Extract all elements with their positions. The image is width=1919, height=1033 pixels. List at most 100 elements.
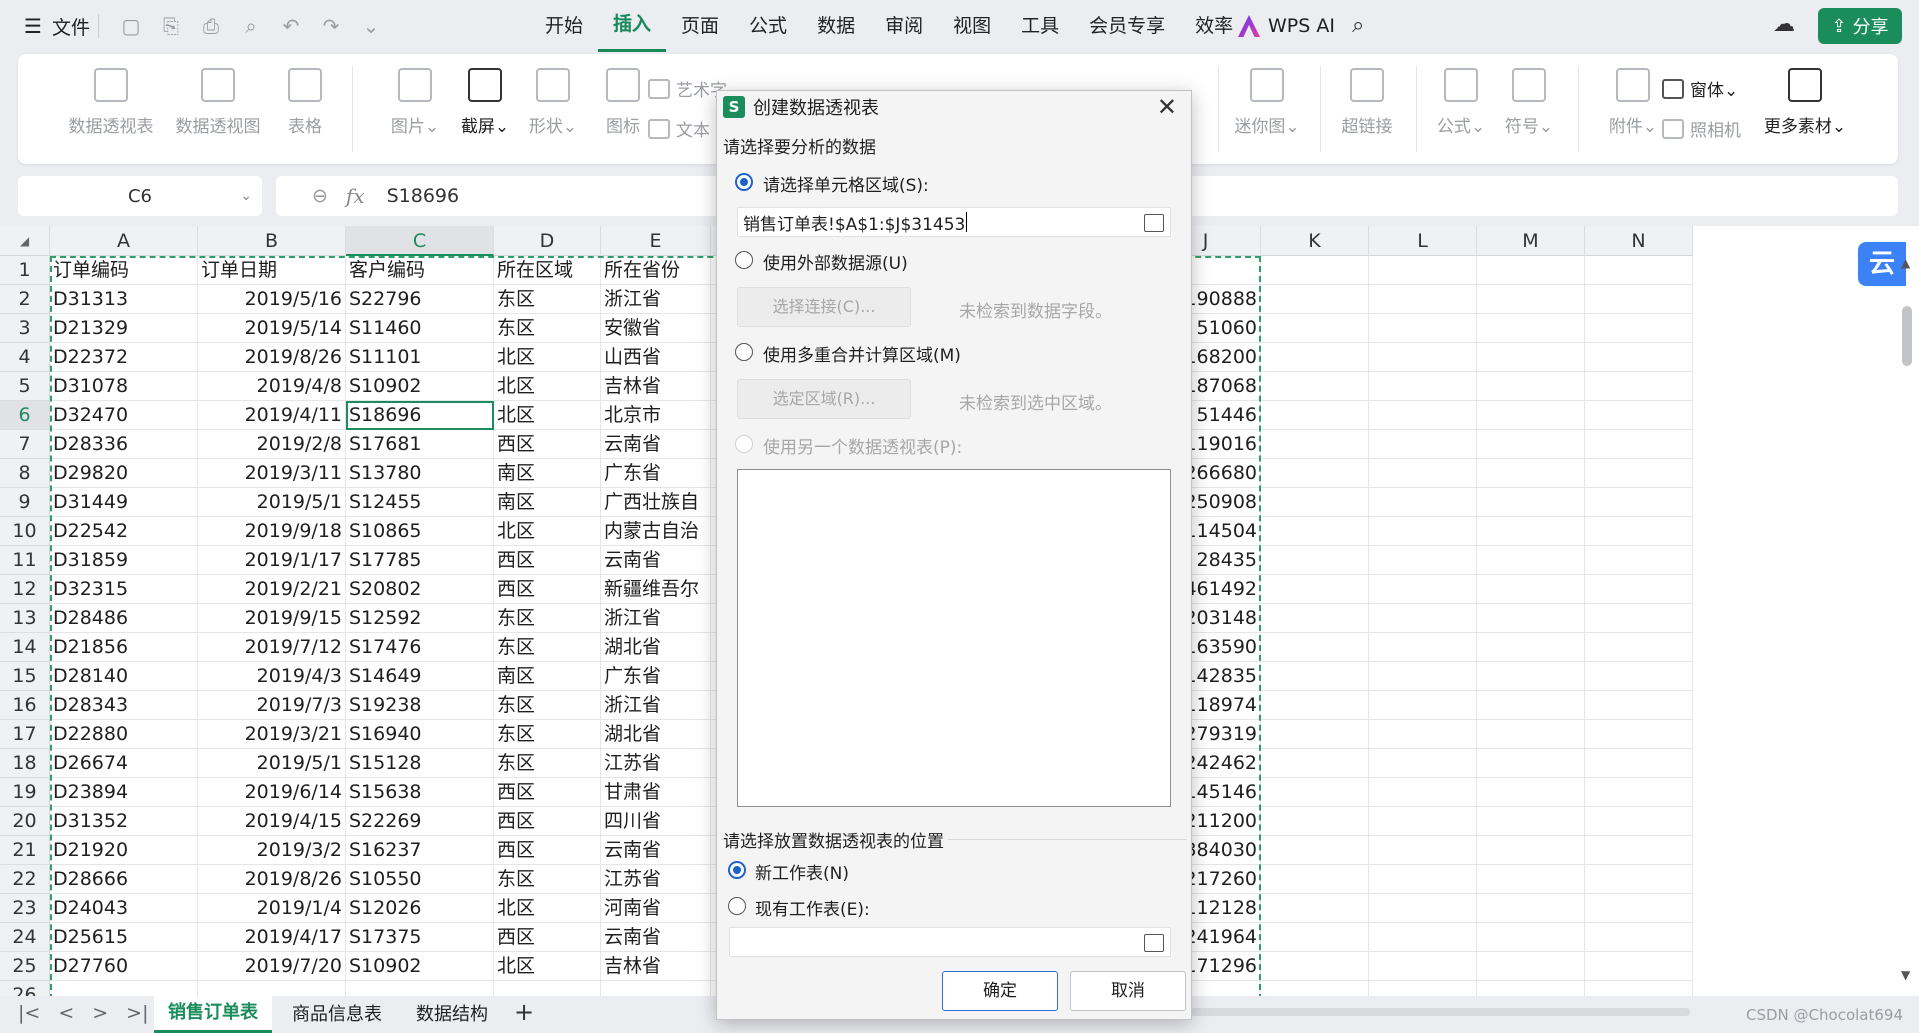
- column-header-d[interactable]: D: [494, 226, 601, 256]
- grid-cell[interactable]: [1369, 372, 1477, 401]
- grid-cell[interactable]: [1369, 343, 1477, 372]
- export-icon[interactable]: ⎘: [159, 14, 183, 38]
- grid-cell[interactable]: [1477, 488, 1585, 517]
- grid-cell[interactable]: [1477, 546, 1585, 575]
- grid-cell[interactable]: 东区: [494, 720, 601, 749]
- grid-cell[interactable]: [1369, 314, 1477, 343]
- search-icon[interactable]: ⌕: [1352, 13, 1364, 38]
- grid-cell[interactable]: [1369, 807, 1477, 836]
- row-header[interactable]: 3: [0, 314, 50, 343]
- grid-cell[interactable]: [346, 981, 494, 996]
- existing-sheet-input[interactable]: [729, 927, 1171, 957]
- grid-cell[interactable]: 所在省份: [601, 256, 711, 285]
- grid-cell[interactable]: 东区: [494, 691, 601, 720]
- grid-cell[interactable]: [1585, 285, 1693, 314]
- hyperlink-button[interactable]: 超链接: [1322, 68, 1412, 137]
- grid-cell[interactable]: [1585, 981, 1693, 996]
- grid-cell[interactable]: [1261, 604, 1369, 633]
- grid-cell[interactable]: D27760: [50, 952, 198, 981]
- row-header[interactable]: 15: [0, 662, 50, 691]
- row-header[interactable]: 26: [0, 981, 50, 996]
- share-button[interactable]: ⇪ 分享: [1818, 8, 1902, 44]
- grid-cell[interactable]: D21920: [50, 836, 198, 865]
- grid-cell[interactable]: D28343: [50, 691, 198, 720]
- grid-cell[interactable]: 广东省: [601, 459, 711, 488]
- grid-cell[interactable]: [1369, 778, 1477, 807]
- grid-cell[interactable]: 2019/5/1: [198, 749, 346, 778]
- grid-cell[interactable]: [1585, 865, 1693, 894]
- grid-cell[interactable]: [1477, 459, 1585, 488]
- row-header[interactable]: 18: [0, 749, 50, 778]
- grid-cell[interactable]: [601, 981, 711, 996]
- fx-icon[interactable]: fx: [346, 184, 365, 208]
- row-header[interactable]: 4: [0, 343, 50, 372]
- grid-cell[interactable]: 湖北省: [601, 720, 711, 749]
- grid-cell[interactable]: [1369, 894, 1477, 923]
- grid-cell[interactable]: 四川省: [601, 807, 711, 836]
- grid-cell[interactable]: D22542: [50, 517, 198, 546]
- column-header-e[interactable]: E: [601, 226, 711, 256]
- grid-cell[interactable]: 2019/7/20: [198, 952, 346, 981]
- grid-cell[interactable]: 2019/4/17: [198, 923, 346, 952]
- grid-cell[interactable]: [1585, 575, 1693, 604]
- grid-cell[interactable]: [1261, 778, 1369, 807]
- vertical-scrollbar[interactable]: ▲ ▼: [1898, 256, 1916, 996]
- sheet-tab-products[interactable]: 商品信息表: [292, 996, 382, 1033]
- grid-cell[interactable]: 新疆维吾尔: [601, 575, 711, 604]
- grid-cell[interactable]: S17375: [346, 923, 494, 952]
- grid-cell[interactable]: 2019/6/14: [198, 778, 346, 807]
- grid-cell[interactable]: [1261, 981, 1369, 996]
- grid-cell[interactable]: 东区: [494, 865, 601, 894]
- grid-cell[interactable]: 安徽省: [601, 314, 711, 343]
- grid-cell[interactable]: [1477, 923, 1585, 952]
- grid-cell[interactable]: [1477, 343, 1585, 372]
- grid-cell[interactable]: 东区: [494, 749, 601, 778]
- next-sheet-icon[interactable]: >: [92, 1002, 108, 1024]
- grid-cell[interactable]: [1477, 430, 1585, 459]
- grid-cell[interactable]: 河南省: [601, 894, 711, 923]
- grid-cell[interactable]: 2019/9/18: [198, 517, 346, 546]
- grid-cell[interactable]: 2019/8/26: [198, 343, 346, 372]
- radio-other-pivot[interactable]: [735, 435, 753, 453]
- undo-icon[interactable]: ↶: [279, 14, 303, 38]
- prev-sheet-icon[interactable]: <: [58, 1002, 74, 1024]
- grid-cell[interactable]: 2019/3/2: [198, 836, 346, 865]
- column-header-c[interactable]: C: [346, 226, 494, 256]
- row-header[interactable]: 8: [0, 459, 50, 488]
- grid-cell[interactable]: S15128: [346, 749, 494, 778]
- tab-page[interactable]: 页面: [666, 0, 734, 52]
- grid-cell[interactable]: 西区: [494, 430, 601, 459]
- radio-select-range[interactable]: [735, 173, 753, 191]
- file-menu-button[interactable]: ☰ 文件: [0, 13, 90, 40]
- grid-cell[interactable]: [1369, 865, 1477, 894]
- grid-cell[interactable]: 北区: [494, 517, 601, 546]
- grid-cell[interactable]: S14649: [346, 662, 494, 691]
- grid-cell[interactable]: [1585, 778, 1693, 807]
- grid-cell[interactable]: [1477, 256, 1585, 285]
- grid-cell[interactable]: [1261, 343, 1369, 372]
- column-header-n[interactable]: N: [1585, 226, 1693, 256]
- grid-cell[interactable]: 2019/8/26: [198, 865, 346, 894]
- grid-cell[interactable]: 2019/1/17: [198, 546, 346, 575]
- grid-cell[interactable]: 北区: [494, 372, 601, 401]
- grid-cell[interactable]: [1369, 256, 1477, 285]
- grid-cell[interactable]: [1369, 604, 1477, 633]
- grid-cell[interactable]: [1261, 459, 1369, 488]
- ok-button[interactable]: 确定: [942, 971, 1058, 1011]
- grid-cell[interactable]: S22796: [346, 285, 494, 314]
- pivot-table-list[interactable]: [737, 469, 1171, 807]
- grid-cell[interactable]: [1369, 285, 1477, 314]
- grid-cell[interactable]: S10865: [346, 517, 494, 546]
- last-sheet-icon[interactable]: >|: [126, 1002, 148, 1024]
- grid-cell[interactable]: 西区: [494, 923, 601, 952]
- select-region-button[interactable]: 选定区域(R)...: [737, 379, 911, 419]
- grid-cell[interactable]: S11101: [346, 343, 494, 372]
- grid-cell[interactable]: [1369, 459, 1477, 488]
- grid-cell[interactable]: [198, 981, 346, 996]
- radio-select-range-label[interactable]: 请选择单元格区域(S):: [763, 171, 929, 196]
- tab-data[interactable]: 数据: [802, 0, 870, 52]
- grid-cell[interactable]: [1369, 430, 1477, 459]
- grid-cell[interactable]: 南区: [494, 662, 601, 691]
- grid-cell[interactable]: [1585, 488, 1693, 517]
- grid-cell[interactable]: [1585, 662, 1693, 691]
